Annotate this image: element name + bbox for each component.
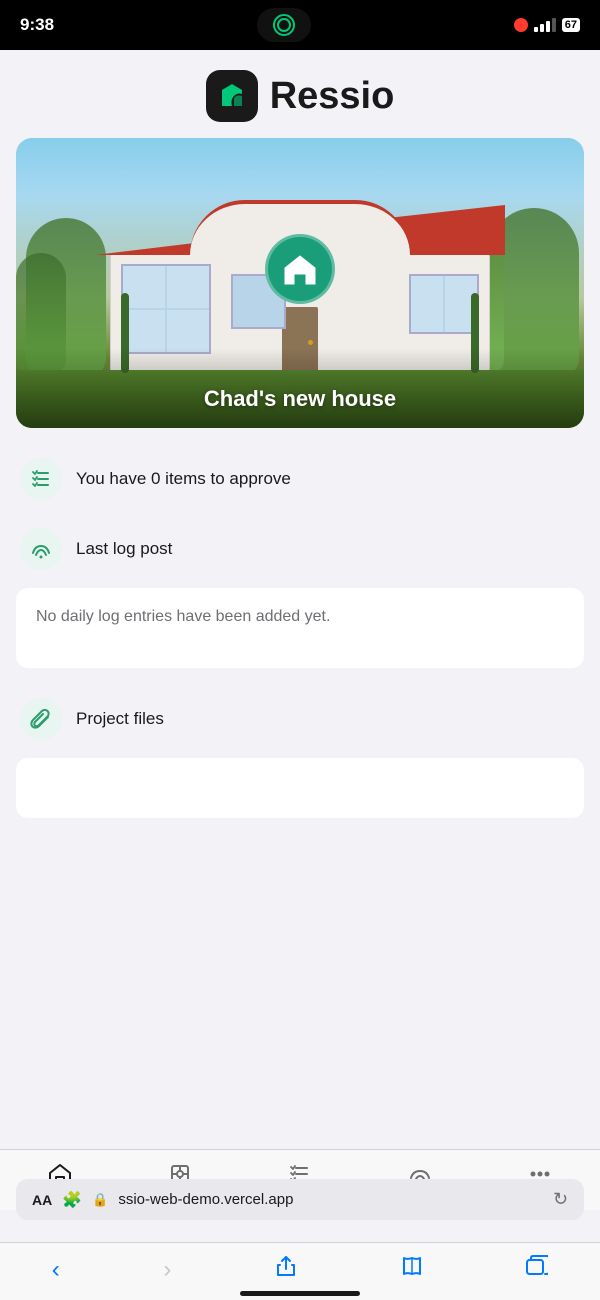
forward-button[interactable]: ›: [153, 1252, 181, 1288]
back-button[interactable]: ‹: [42, 1252, 70, 1288]
log-row[interactable]: Last log post: [0, 514, 600, 584]
browser-bar[interactable]: AA 🧩 🔒 ssio-web-demo.vercel.app ↺: [16, 1179, 584, 1220]
files-label: Project files: [76, 709, 164, 729]
tabs-button[interactable]: [516, 1251, 558, 1288]
share-button[interactable]: [265, 1251, 307, 1288]
window-right: [409, 274, 479, 334]
approvals-icon-container: [20, 458, 62, 500]
app-header: Ressio: [0, 50, 600, 138]
browser-lock-icon: 🔒: [92, 1192, 108, 1208]
hero-image-container[interactable]: Chad's new house: [16, 138, 584, 428]
browser-extensions-icon: 🧩: [62, 1190, 82, 1210]
bookmarks-button[interactable]: [391, 1251, 433, 1288]
battery-indicator: 67: [562, 18, 580, 32]
project-files-card: [16, 758, 584, 818]
hero-house-icon: [265, 234, 335, 304]
signal-icon: [30, 538, 52, 560]
approvals-text: You have 0 items to approve: [76, 469, 291, 489]
browser-aa[interactable]: AA: [32, 1192, 52, 1208]
log-icon-container: [20, 528, 62, 570]
book-icon: [401, 1255, 423, 1277]
window-left-large: [121, 264, 211, 354]
project-files-row[interactable]: Project files: [0, 684, 600, 754]
status-indicators: 67: [514, 18, 580, 32]
home-indicator: [240, 1291, 360, 1296]
log-label: Last log post: [76, 539, 172, 559]
status-bar: 9:38 67: [0, 0, 600, 50]
share-icon: [275, 1255, 297, 1277]
files-icon-container: [20, 698, 62, 740]
app-container: Ressio: [0, 50, 600, 818]
hero-title: Chad's new house: [204, 386, 396, 412]
checklist-icon: [30, 468, 52, 490]
dynamic-island: [257, 8, 311, 42]
house-svg-icon: [279, 248, 321, 290]
dynamic-island-icon: [273, 14, 295, 36]
door-handle: [308, 340, 313, 345]
app-title: Ressio: [270, 75, 395, 118]
approvals-row[interactable]: You have 0 items to approve: [0, 444, 600, 514]
time-display: 9:38: [20, 15, 54, 35]
signal-bars: [534, 18, 556, 32]
logo-icon: [216, 80, 248, 112]
browser-url-display[interactable]: ssio-web-demo.vercel.app: [118, 1191, 543, 1208]
tabs-icon: [526, 1255, 548, 1277]
record-indicator: [514, 18, 528, 32]
paperclip-icon: [30, 708, 52, 730]
log-card: No daily log entries have been added yet…: [16, 588, 584, 668]
app-logo: [206, 70, 258, 122]
browser-reload-icon[interactable]: ↺: [553, 1189, 568, 1210]
log-empty-message: No daily log entries have been added yet…: [36, 608, 330, 625]
